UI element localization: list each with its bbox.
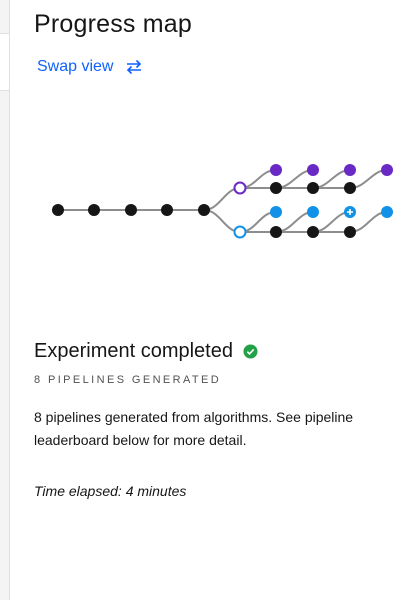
swap-view-label: Swap view bbox=[37, 58, 114, 75]
node-black bbox=[198, 204, 210, 216]
progress-map-diagram bbox=[52, 164, 393, 239]
map-edge bbox=[312, 211, 351, 233]
node-black bbox=[88, 204, 100, 216]
map-edge bbox=[312, 169, 351, 189]
swap-view-link[interactable]: Swap view bbox=[37, 58, 143, 76]
experiment-status: Experiment completed bbox=[34, 340, 258, 363]
node-black bbox=[307, 182, 319, 194]
node-black bbox=[270, 182, 282, 194]
progress-map-panel: Progress map Swap view Experiment comple… bbox=[10, 0, 412, 600]
time-elapsed: Time elapsed: 4 minutes bbox=[34, 483, 187, 499]
node-purple bbox=[307, 164, 319, 176]
node-blue bbox=[270, 206, 282, 218]
map-edge bbox=[275, 169, 314, 189]
node-blue-plus-icon bbox=[344, 206, 356, 218]
left-rail bbox=[0, 0, 10, 600]
progress-map-frame: Progress map Swap view Experiment comple… bbox=[0, 0, 412, 600]
left-rail-tab bbox=[0, 33, 9, 91]
node-black bbox=[125, 204, 137, 216]
node-blue-outline bbox=[233, 225, 247, 239]
node-black bbox=[344, 226, 356, 238]
node-purple-outline bbox=[233, 181, 247, 195]
pipelines-count-caption: 8 PIPELINES GENERATED bbox=[34, 374, 222, 386]
node-blue bbox=[381, 206, 393, 218]
node-purple bbox=[344, 164, 356, 176]
swap-arrows-icon bbox=[127, 59, 142, 75]
node-black bbox=[270, 226, 282, 238]
map-edge bbox=[349, 211, 388, 233]
node-black bbox=[52, 204, 64, 216]
node-black bbox=[161, 204, 173, 216]
map-nodes bbox=[52, 164, 393, 239]
node-black bbox=[344, 182, 356, 194]
node-black bbox=[307, 226, 319, 238]
panel-title: Progress map bbox=[34, 10, 193, 38]
node-purple bbox=[270, 164, 282, 176]
map-edge bbox=[349, 169, 388, 189]
node-blue bbox=[307, 206, 319, 218]
status-description: 8 pipelines generated from algorithms. S… bbox=[34, 409, 354, 448]
status-title: Experiment completed bbox=[34, 340, 233, 362]
map-edge bbox=[275, 211, 314, 233]
map-edges bbox=[58, 169, 388, 233]
check-circle-icon bbox=[243, 344, 258, 359]
node-purple bbox=[381, 164, 393, 176]
